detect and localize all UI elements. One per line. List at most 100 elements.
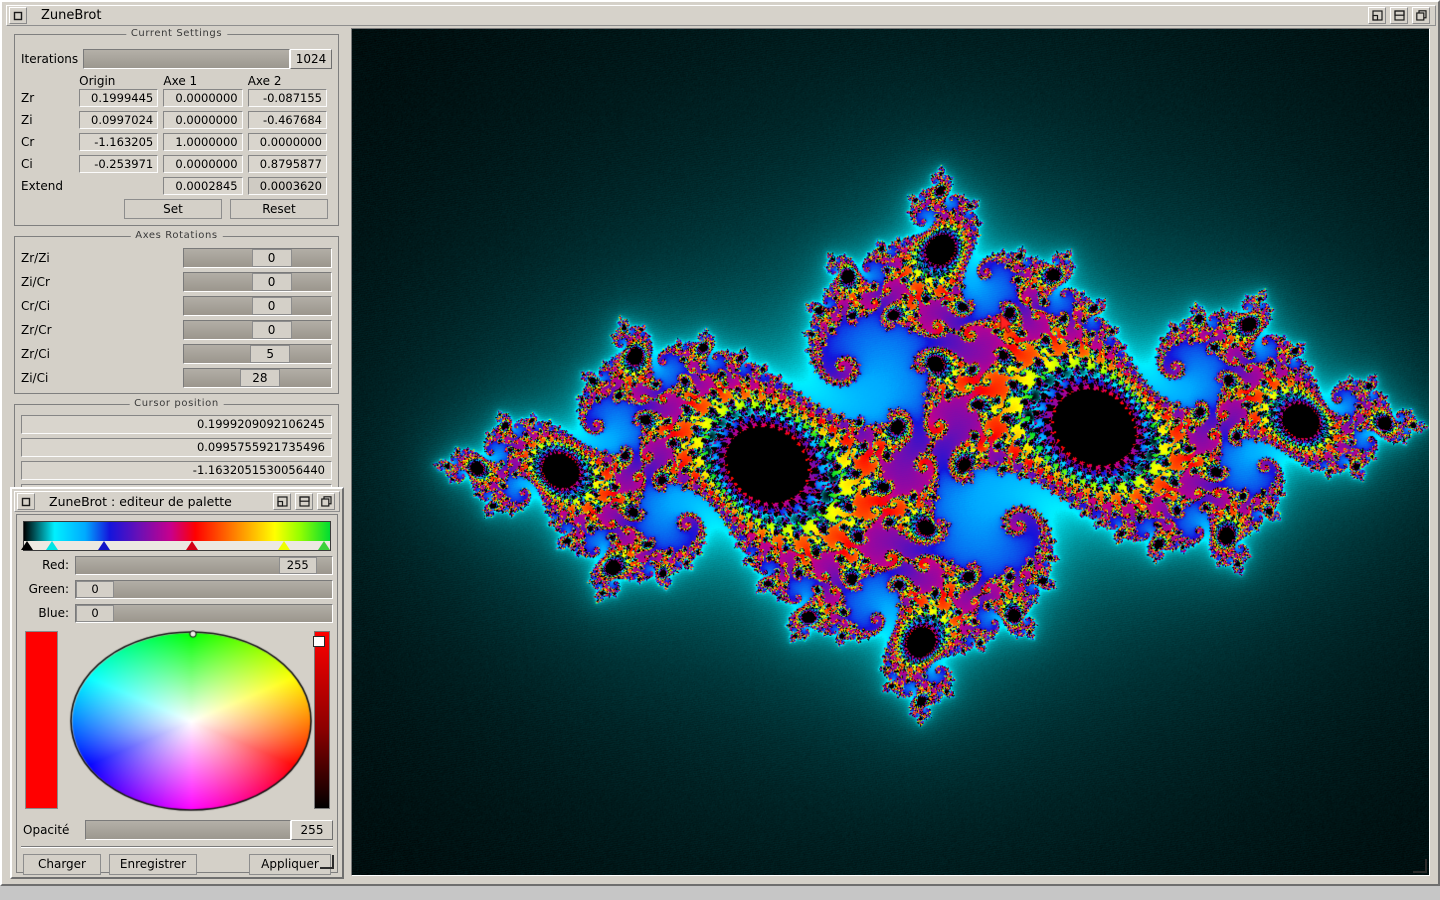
rotation-slider-zr-ci[interactable]: 5 (183, 344, 332, 364)
color-picker-area (21, 629, 333, 815)
maximize-icon[interactable] (1390, 7, 1408, 24)
iterations-trough[interactable] (83, 49, 290, 69)
palette-marker-black[interactable] (21, 541, 34, 550)
zr-axe1-field[interactable]: 0.0000000 (163, 89, 243, 107)
ci-axe2-field[interactable]: 0.8795877 (247, 155, 327, 173)
palette-editor-window: ZuneBrot : editeur de palette Red: 255 G… (10, 487, 344, 879)
palette-marker-green[interactable] (317, 541, 330, 550)
rotation-thumb-zi-cr[interactable]: 0 (251, 273, 292, 291)
red-channel-row: Red: 255 (21, 555, 333, 575)
rotation-thumb-zr-cr[interactable]: 0 (251, 321, 292, 339)
window-controls (1366, 7, 1435, 24)
palette-resize-grip[interactable] (320, 855, 334, 869)
opacity-slider[interactable] (85, 819, 291, 840)
opacity-label: Opacité (23, 822, 70, 837)
value-brightness-bar[interactable] (313, 631, 330, 809)
charger-button[interactable]: Charger (23, 854, 101, 875)
zr-origin-field[interactable]: 0.1999445 (78, 89, 159, 107)
current-settings-title: Current Settings (125, 28, 228, 39)
rotation-label-zi-ci: Zi/Ci (21, 371, 49, 385)
window-menu-icon[interactable] (17, 493, 35, 510)
rotation-slider-cr-ci[interactable]: 0 (183, 296, 332, 316)
zunebrot-main-window: ZuneBrot Current Settings Iterations 102… (0, 0, 1440, 886)
cr-origin-field[interactable]: -1.163205 (78, 133, 159, 151)
rotation-slider-zi-ci[interactable]: 28 (183, 368, 332, 388)
extend-axe1-field[interactable]: 0.0002845 (163, 177, 243, 195)
palette-marker-cyan[interactable] (45, 541, 58, 550)
settings-column-headers: Origin Axe 1 Axe 2 (21, 74, 332, 88)
red-label: Red: (42, 558, 69, 572)
rotation-row-cr-ci: Cr/Ci 0 (21, 295, 332, 317)
rotation-label-zr-cr: Zr/Cr (21, 323, 52, 337)
restore-icon[interactable] (317, 493, 335, 510)
rotation-slider-zr-zi[interactable]: 0 (183, 248, 332, 268)
green-label: Green: (28, 582, 69, 596)
color-wheel-picker[interactable] (69, 630, 313, 812)
blue-thumb[interactable]: 0 (76, 604, 114, 622)
mandelbrot-render[interactable] (352, 29, 1429, 875)
rotation-thumb-cr-ci[interactable]: 0 (251, 297, 292, 315)
value-knob[interactable] (313, 636, 325, 647)
rotation-thumb-zr-zi[interactable]: 0 (251, 249, 292, 267)
minimize-icon[interactable] (1368, 7, 1386, 24)
iterations-slider[interactable]: 1024 (83, 49, 332, 69)
ci-origin-field[interactable]: -0.253971 (78, 155, 159, 173)
zi-axe1-field[interactable]: 0.0000000 (163, 111, 243, 129)
cursor-position-title: Cursor position (129, 398, 224, 409)
blue-slider[interactable]: 0 (75, 603, 333, 623)
settings-row-cr: Cr -1.163205 1.0000000 0.0000000 (21, 133, 332, 151)
rotation-thumb-zi-ci[interactable]: 28 (239, 369, 280, 387)
settings-row-extend: Extend 0.0002845 0.0003620 (21, 177, 332, 195)
rotation-thumb-zr-ci[interactable]: 5 (250, 345, 291, 363)
palette-marker-yellow[interactable] (278, 541, 291, 550)
rotation-label-zr-zi: Zr/Zi (21, 251, 50, 265)
green-thumb[interactable]: 0 (76, 580, 114, 598)
cr-axe1-field[interactable]: 1.0000000 (163, 133, 243, 151)
row-label-extend: Extend (21, 179, 63, 193)
enregistrer-button[interactable]: Enregistrer (109, 854, 197, 875)
zr-axe2-field[interactable]: -0.087155 (247, 89, 327, 107)
rotation-row-zi-ci: Zi/Ci 28 (21, 367, 332, 389)
zi-origin-field[interactable]: 0.0997024 (78, 111, 159, 129)
row-label-zr: Zr (21, 91, 35, 105)
red-thumb[interactable]: 255 (278, 556, 317, 574)
rotation-row-zr-ci: Zr/Ci 5 (21, 343, 332, 365)
extend-origin-blank (79, 177, 158, 195)
extend-axe2-field[interactable]: 0.0003620 (247, 177, 327, 195)
iterations-value[interactable]: 1024 (290, 49, 332, 69)
opacity-value[interactable]: 255 (291, 819, 333, 840)
fractal-view[interactable] (351, 28, 1430, 876)
restore-icon[interactable] (1412, 7, 1430, 24)
rotation-slider-zi-cr[interactable]: 0 (183, 272, 332, 292)
axes-rotations-panel: Axes Rotations Zr/Zi 0 Zi/Cr 0 Cr/Ci 0 Z… (14, 230, 339, 394)
window-menu-icon[interactable] (9, 7, 27, 24)
cursor-cr-readout: -1.1632051530056440 (21, 461, 332, 480)
iterations-label: Iterations (21, 52, 79, 66)
column-header-origin: Origin (79, 74, 116, 88)
palette-gradient-bar[interactable] (21, 521, 331, 551)
zi-axe2-field[interactable]: -0.467684 (247, 111, 327, 129)
minimize-icon[interactable] (273, 493, 291, 510)
reset-button[interactable]: Reset (230, 199, 328, 219)
set-button[interactable]: Set (124, 199, 222, 219)
green-channel-row: Green: 0 (21, 579, 333, 599)
palette-separator (21, 846, 333, 848)
maximize-icon[interactable] (295, 493, 313, 510)
rotation-row-zr-zi: Zr/Zi 0 (21, 247, 332, 269)
opacity-row: Opacité 255 (21, 819, 333, 840)
appliquer-button[interactable]: Appliquer (249, 854, 331, 875)
fractal-resize-grip[interactable] (1413, 859, 1427, 873)
blue-channel-row: Blue: 0 (21, 603, 333, 623)
palette-marker-track[interactable] (21, 541, 330, 550)
settings-buttons: Set Reset (21, 199, 328, 219)
palette-marker-blue[interactable] (97, 541, 110, 550)
ci-axe1-field[interactable]: 0.0000000 (163, 155, 243, 173)
current-settings-panel: Current Settings Iterations 1024 Origin … (14, 28, 339, 226)
settings-row-zr: Zr 0.1999445 0.0000000 -0.087155 (21, 89, 332, 107)
cr-axe2-field[interactable]: 0.0000000 (247, 133, 327, 151)
palette-marker-red[interactable] (186, 541, 199, 550)
red-slider[interactable]: 255 (75, 555, 333, 575)
row-label-cr: Cr (21, 135, 35, 149)
green-slider[interactable]: 0 (75, 579, 333, 599)
rotation-slider-zr-cr[interactable]: 0 (183, 320, 332, 340)
